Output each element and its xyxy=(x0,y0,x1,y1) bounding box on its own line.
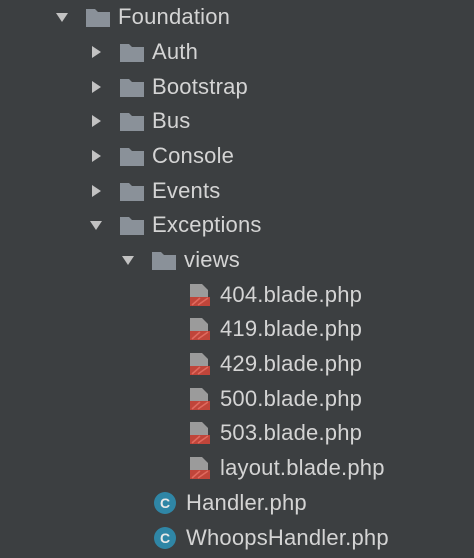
file-label: 503.blade.php xyxy=(220,420,363,445)
chevron-down-icon[interactable] xyxy=(54,9,70,25)
tree-file-419-blade[interactable]: 419.blade.php xyxy=(186,312,362,346)
tree-file-whoops-handler[interactable]: C WhoopsHandler.php xyxy=(152,521,389,555)
file-label: 429.blade.php xyxy=(220,351,363,376)
folder-icon xyxy=(150,248,178,272)
chevron-right-icon[interactable] xyxy=(88,148,104,164)
blade-file-icon xyxy=(186,317,214,341)
file-label: Handler.php xyxy=(186,490,307,515)
tree-file-404-blade[interactable]: 404.blade.php xyxy=(186,278,362,312)
php-class-icon: C xyxy=(152,491,180,515)
tree-node-label: Bus xyxy=(152,108,191,133)
class-badge-letter: C xyxy=(160,495,170,511)
blade-file-icon xyxy=(186,387,214,411)
blade-file-icon xyxy=(186,421,214,445)
tree-node-label: views xyxy=(184,247,241,272)
chevron-right-icon[interactable] xyxy=(88,183,104,199)
tree-node-foundation[interactable]: Foundation xyxy=(54,0,230,34)
chevron-right-icon[interactable] xyxy=(88,79,104,95)
folder-icon xyxy=(118,213,146,237)
class-badge-letter: C xyxy=(160,530,170,546)
blade-file-icon xyxy=(186,352,214,376)
project-file-tree: Foundation Auth Bootstrap Bus Console Ev… xyxy=(0,0,474,558)
tree-file-handler[interactable]: C Handler.php xyxy=(152,486,307,520)
tree-node-label: Console xyxy=(152,143,235,168)
tree-file-layout-blade[interactable]: layout.blade.php xyxy=(186,451,385,485)
chevron-down-icon[interactable] xyxy=(88,217,104,233)
tree-node-bootstrap[interactable]: Bootstrap xyxy=(88,70,248,104)
tree-node-events[interactable]: Events xyxy=(88,174,220,208)
php-class-icon: C xyxy=(152,526,180,550)
file-label: 419.blade.php xyxy=(220,316,363,341)
tree-node-exceptions[interactable]: Exceptions xyxy=(88,208,262,242)
chevron-down-icon[interactable] xyxy=(120,252,136,268)
tree-node-bus[interactable]: Bus xyxy=(88,104,191,138)
file-label: layout.blade.php xyxy=(220,455,385,480)
folder-icon xyxy=(118,75,146,99)
folder-icon xyxy=(118,109,146,133)
blade-file-icon xyxy=(186,283,214,307)
tree-node-views[interactable]: views xyxy=(120,243,240,277)
chevron-right-icon[interactable] xyxy=(88,113,104,129)
file-label: 500.blade.php xyxy=(220,386,363,411)
folder-icon xyxy=(84,5,112,29)
file-label: 404.blade.php xyxy=(220,282,363,307)
folder-icon xyxy=(118,179,146,203)
file-label: WhoopsHandler.php xyxy=(186,525,389,550)
folder-icon xyxy=(118,144,146,168)
tree-file-500-blade[interactable]: 500.blade.php xyxy=(186,382,362,416)
tree-node-console[interactable]: Console xyxy=(88,139,234,173)
blade-file-icon xyxy=(186,456,214,480)
tree-node-label: Events xyxy=(152,178,221,203)
tree-node-label: Exceptions xyxy=(152,212,262,237)
tree-node-auth[interactable]: Auth xyxy=(88,35,198,69)
tree-node-label: Bootstrap xyxy=(152,74,248,99)
folder-icon xyxy=(118,40,146,64)
tree-node-label: Auth xyxy=(152,39,199,64)
chevron-right-icon[interactable] xyxy=(88,44,104,60)
tree-node-label: Foundation xyxy=(118,4,231,29)
tree-file-429-blade[interactable]: 429.blade.php xyxy=(186,347,362,381)
tree-file-503-blade[interactable]: 503.blade.php xyxy=(186,416,362,450)
